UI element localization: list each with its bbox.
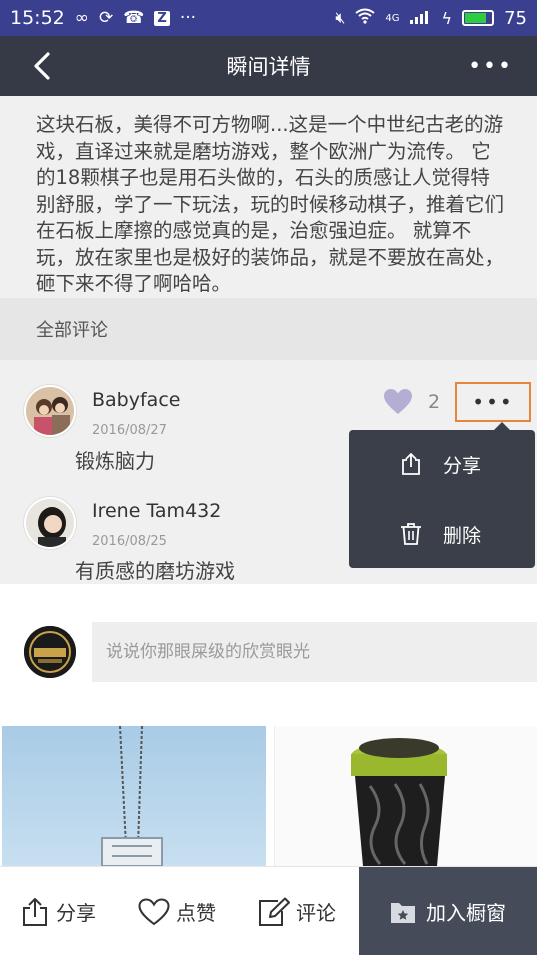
popup-share-label: 分享 — [443, 454, 482, 477]
like-count: 2 — [428, 391, 441, 413]
trash-icon — [399, 522, 423, 546]
sync-icon: ⟳ — [98, 8, 114, 28]
post-description: 这块石板，美得不可方物啊...这是一个中世纪古老的游戏，直译过来就是磨坊游戏，整… — [36, 113, 505, 295]
like-label: 点赞 — [176, 901, 216, 925]
my-avatar[interactable] — [24, 626, 76, 678]
like-button[interactable]: 点赞 — [138, 867, 216, 955]
header-bar: 瞬间详情 ••• — [0, 36, 537, 96]
edit-icon — [259, 897, 290, 926]
comment-date: 2016/08/25 — [92, 534, 167, 549]
popup-arrow — [494, 422, 510, 430]
heart-icon[interactable] — [384, 389, 412, 415]
infinity-icon: ∞ — [74, 8, 89, 28]
share-icon — [23, 897, 47, 926]
add-to-window-button[interactable]: 加入橱窗 — [359, 867, 537, 955]
charging-icon: ϟ — [441, 8, 453, 28]
comment-input[interactable] — [92, 622, 537, 682]
comment-input-row — [0, 620, 537, 686]
back-icon[interactable] — [28, 50, 58, 82]
comment-button[interactable]: 评论 — [258, 867, 336, 955]
comment-label: 评论 — [296, 901, 336, 925]
mute-icon: 🔇︎ — [335, 8, 346, 27]
popup-delete-label: 删除 — [443, 524, 482, 547]
status-more: ··· — [179, 8, 197, 28]
related-item-image[interactable] — [2, 726, 266, 866]
comment-author[interactable]: Babyface — [92, 389, 180, 411]
network-label: 4G — [385, 12, 400, 24]
related-item-image[interactable] — [274, 726, 537, 866]
battery-level: 75 — [504, 7, 527, 29]
comment-text: 锻炼脑力 — [75, 449, 155, 473]
page-title: 瞬间详情 — [226, 55, 311, 79]
wifi-icon — [355, 8, 376, 28]
z-app-icon: Z — [154, 10, 170, 26]
popup-delete-item[interactable]: 删除 — [349, 504, 535, 564]
comment-date: 2016/08/27 — [92, 423, 167, 438]
popup-share-item[interactable]: 分享 — [349, 434, 535, 494]
battery-icon — [462, 10, 495, 26]
comment-more-button[interactable]: ••• — [455, 382, 531, 422]
share-label: 分享 — [56, 901, 96, 925]
add-to-window-label: 加入橱窗 — [426, 901, 506, 925]
status-time: 15:52 — [10, 7, 65, 29]
bottom-action-bar: 分享 点赞 评论 加入橱窗 — [0, 866, 537, 955]
status-bar: 15:52 ∞ ⟳ ☎ Z ··· 🔇︎ 4G ϟ 75 — [0, 0, 537, 36]
comment-author[interactable]: Irene Tam432 — [92, 500, 221, 522]
avatar[interactable] — [24, 497, 76, 549]
comment-action-popup: 分享 删除 — [349, 422, 535, 568]
comment-text: 有质感的磨坊游戏 — [75, 559, 235, 583]
share-button[interactable]: 分享 — [20, 867, 96, 955]
avatar[interactable] — [24, 385, 76, 437]
signal-icon — [409, 9, 432, 28]
comments-section-title: 全部评论 — [36, 320, 108, 341]
comments-section-header: 全部评论 — [0, 298, 537, 360]
heart-outline-icon — [138, 897, 170, 925]
missed-call-icon: ☎ — [123, 8, 145, 28]
related-gallery — [0, 726, 537, 866]
folder-star-icon — [391, 902, 415, 923]
header-more-button[interactable]: ••• — [468, 54, 513, 79]
share-icon — [399, 452, 423, 476]
